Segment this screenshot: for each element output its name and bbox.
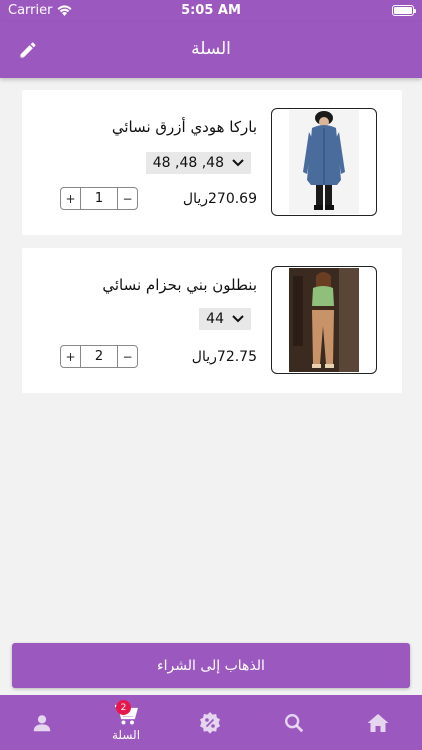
size-dropdown[interactable]: 48 ,48 ,48 bbox=[145, 152, 251, 174]
quantity-stepper[interactable]: + 2 − bbox=[60, 345, 138, 368]
tab-cart[interactable]: 2 السلة bbox=[84, 695, 168, 750]
price-value: 270.69 bbox=[208, 191, 257, 207]
quantity-value: 2 bbox=[80, 346, 118, 367]
search-icon bbox=[285, 713, 304, 732]
tab-home[interactable] bbox=[336, 695, 420, 750]
increment-button[interactable]: + bbox=[61, 346, 80, 367]
cart-item: باركا هودي أزرق نسائي 48 ,48 ,48 ريال 27… bbox=[22, 90, 402, 235]
status-bar: Carrier 5:05 AM bbox=[0, 0, 422, 22]
decrement-button[interactable]: − bbox=[118, 188, 137, 209]
price-value: 72.75 bbox=[216, 349, 257, 365]
page-title: السلة bbox=[191, 39, 231, 59]
currency-label: ريال bbox=[182, 191, 208, 207]
product-price: ريال 270.69 bbox=[183, 191, 257, 207]
product-image-parka[interactable] bbox=[271, 108, 377, 216]
checkout-button[interactable]: الذهاب إلى الشراء bbox=[12, 643, 410, 688]
tab-offers[interactable] bbox=[168, 695, 252, 750]
tab-cart-label: السلة bbox=[111, 727, 141, 742]
cart-badge: 2 bbox=[116, 700, 131, 715]
product-title[interactable]: باركا هودي أزرق نسائي bbox=[112, 118, 257, 136]
currency-label: ريال bbox=[191, 349, 217, 365]
cart-item: بنطلون بني بحزام نسائي 44 ريال 72.75 + 2… bbox=[22, 248, 402, 393]
quantity-value: 1 bbox=[80, 188, 118, 209]
tab-profile[interactable] bbox=[0, 695, 84, 750]
battery-icon bbox=[392, 5, 416, 16]
product-image-pants[interactable] bbox=[271, 266, 377, 374]
tab-search[interactable] bbox=[252, 695, 336, 750]
increment-button[interactable]: + bbox=[61, 188, 80, 209]
pants-illustration bbox=[289, 268, 359, 372]
product-price: ريال 72.75 bbox=[192, 349, 257, 365]
nav-bar: السلة bbox=[0, 22, 422, 78]
chevron-down-icon bbox=[232, 159, 244, 167]
offers-icon bbox=[200, 711, 220, 734]
quantity-stepper[interactable]: + 1 − bbox=[60, 187, 138, 210]
status-time: 5:05 AM bbox=[181, 3, 241, 18]
parka-illustration bbox=[289, 110, 359, 214]
home-icon bbox=[367, 713, 389, 732]
product-title[interactable]: بنطلون بني بحزام نسائي bbox=[102, 276, 257, 294]
size-value: 48 ,48 ,48 bbox=[152, 155, 224, 171]
tab-bar: 2 السلة bbox=[0, 695, 422, 750]
chevron-down-icon bbox=[232, 315, 244, 323]
size-dropdown[interactable]: 44 bbox=[199, 308, 251, 330]
profile-icon bbox=[33, 714, 51, 731]
decrement-button[interactable]: − bbox=[118, 346, 137, 367]
size-value: 44 bbox=[206, 311, 224, 327]
